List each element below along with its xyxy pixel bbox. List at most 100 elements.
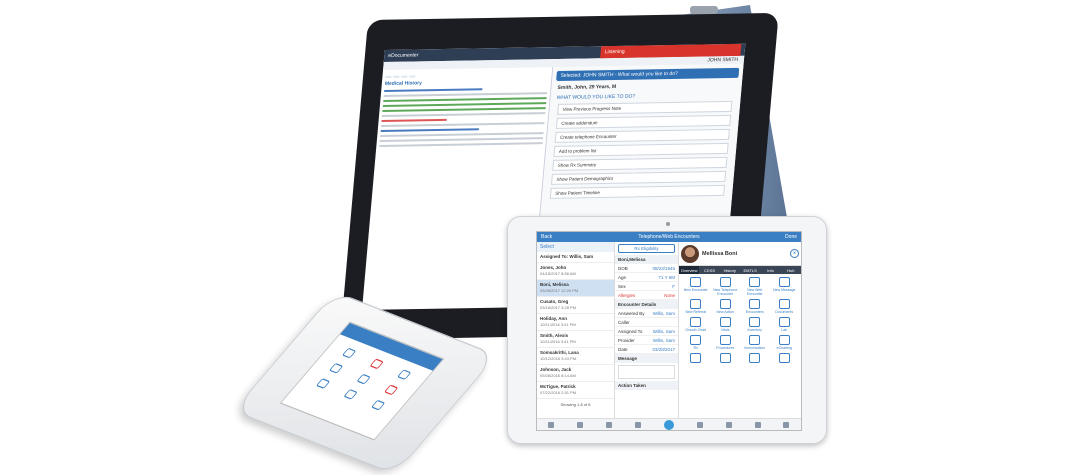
- tab-cdss[interactable]: CDSS: [699, 266, 719, 274]
- list-select[interactable]: Select: [537, 242, 614, 252]
- laptop-hinge: [690, 6, 718, 14]
- detail-row: Provider Willis, Sam: [615, 336, 678, 345]
- hub-tile[interactable]: Procedures: [711, 335, 741, 350]
- hub-tile[interactable]: Growth Chart: [681, 317, 711, 332]
- list-item-date: 03/16/2017 3:28 PM: [540, 305, 577, 310]
- app-title: eDocumenter: [388, 52, 419, 59]
- hub-tile[interactable]: Immunization: [740, 335, 770, 350]
- app-icon[interactable]: [341, 347, 357, 359]
- list-item-date: 04/18/2017 8:56 AM: [540, 271, 576, 276]
- tab-hub[interactable]: Hub: [781, 266, 801, 274]
- tile-label: Encounters: [745, 310, 764, 314]
- hub-tile[interactable]: Encounters: [740, 299, 770, 314]
- referral-icon: [690, 299, 702, 309]
- hub-tile[interactable]: Lab: [770, 317, 800, 332]
- app-icon[interactable]: [315, 378, 330, 389]
- tile-label: New Referral: [685, 310, 706, 314]
- tablet-device: Back Telephone/Web Encounters Done Selec…: [507, 216, 827, 444]
- tile-label: New Web Encounter: [746, 288, 763, 296]
- tile-label: Lab: [781, 328, 788, 332]
- back-button[interactable]: Back: [541, 234, 552, 240]
- listening-bar[interactable]: Listening: [600, 43, 742, 59]
- eligibility-button[interactable]: Rx Eligibility: [618, 244, 675, 253]
- list-item[interactable]: Johnson, Jack 09/28/2016 8:14 AM: [537, 365, 614, 382]
- done-button[interactable]: Done: [785, 234, 797, 240]
- note-tab[interactable]: [393, 75, 400, 78]
- hub-tile[interactable]: New Telephone Encounter: [711, 277, 741, 296]
- message-icon: [778, 277, 790, 287]
- globe-icon: [749, 277, 761, 287]
- tab-info[interactable]: Info: [760, 266, 780, 274]
- list-item[interactable]: Holiday, Ann 10/11/2016 3:41 PM: [537, 314, 614, 331]
- app-icon[interactable]: [384, 384, 399, 396]
- patient-hub: Mellissa Boni × Overview CDSS History EM…: [679, 242, 801, 422]
- tablet-screen: Back Telephone/Web Encounters Done Selec…: [536, 231, 802, 431]
- note-line: [379, 137, 544, 142]
- action-item[interactable]: Show Patient Demographics: [550, 170, 727, 185]
- home-icon[interactable]: [548, 421, 555, 428]
- tab-emtls[interactable]: EMTLS: [740, 266, 760, 274]
- tile-label: Immunization: [744, 346, 766, 350]
- list-item[interactable]: Somsakrithi, Lana 10/12/2016 3:43 PM: [537, 348, 614, 365]
- rx-icon[interactable]: [725, 421, 732, 428]
- note-line: [380, 132, 544, 137]
- hub-tile[interactable]: [740, 353, 770, 363]
- action-item[interactable]: Show Rx Summary: [552, 156, 728, 171]
- users-icon[interactable]: [783, 421, 790, 428]
- hub-tile[interactable]: New Message: [770, 277, 800, 296]
- action-item[interactable]: Create telephone Encounter: [554, 128, 730, 143]
- list-item[interactable]: Boni, Melissa 03/28/2017 12:20 PM: [537, 280, 614, 297]
- app-icon[interactable]: [328, 362, 344, 374]
- hub-tile[interactable]: New Referral: [681, 299, 711, 314]
- action-item[interactable]: Add to problem list: [553, 142, 729, 157]
- settings-icon[interactable]: [754, 421, 761, 428]
- hub-tile[interactable]: [681, 353, 711, 363]
- list-item[interactable]: Assigned To: Willis, Sam: [537, 252, 614, 263]
- calendar-icon[interactable]: [635, 421, 642, 428]
- action-item[interactable]: Show Patient Timeline: [549, 184, 726, 199]
- note-tab[interactable]: [385, 75, 392, 78]
- hub-tile[interactable]: eCharting: [770, 335, 800, 350]
- message-icon[interactable]: [696, 421, 703, 428]
- hub-tile[interactable]: New Action: [711, 299, 741, 314]
- hub-tile[interactable]: [770, 353, 800, 363]
- tab-history[interactable]: History: [720, 266, 740, 274]
- app-icon[interactable]: [371, 399, 386, 411]
- phone-icon[interactable]: [606, 421, 613, 428]
- list-item[interactable]: Jones, John 04/18/2017 8:56 AM: [537, 263, 614, 280]
- app-icon[interactable]: [397, 369, 412, 381]
- list-item-date: 09/28/2016 8:14 AM: [540, 373, 576, 378]
- tablet-camera: [666, 222, 670, 226]
- hub-tile[interactable]: [711, 353, 741, 363]
- list-item[interactable]: Cusato, Greg 03/16/2017 3:28 PM: [537, 297, 614, 314]
- row-value: Willis, Sam: [652, 310, 675, 316]
- note-tab[interactable]: [401, 75, 408, 78]
- tile-label: Inventory: [747, 328, 762, 332]
- procedures-icon: [719, 335, 731, 345]
- action-item[interactable]: View Previous Progress Note: [557, 100, 733, 115]
- cloud-icon[interactable]: [663, 419, 674, 430]
- hub-tile[interactable]: Inventory: [740, 317, 770, 332]
- app-icon[interactable]: [343, 388, 358, 400]
- tablet-title: Telephone/Web Encounters: [638, 234, 700, 240]
- app-icon[interactable]: [369, 358, 384, 370]
- detail-row: Caller: [615, 318, 678, 327]
- hub-tile[interactable]: New Encounter: [681, 277, 711, 296]
- action-item[interactable]: Create addendum: [555, 114, 732, 129]
- inbox-icon[interactable]: [577, 421, 584, 428]
- app-icon[interactable]: [356, 373, 371, 385]
- hub-tile[interactable]: Documents: [770, 299, 800, 314]
- section-title: WHAT WOULD YOU LIKE TO DO?: [556, 93, 636, 101]
- hub-tile[interactable]: Vitals: [711, 317, 741, 332]
- documents-icon: [778, 299, 790, 309]
- list-item[interactable]: McTigue, Patrick 07/22/2016 2:51 PM: [537, 382, 614, 399]
- message-field[interactable]: [618, 365, 675, 379]
- row-value: Willis, Sam: [652, 337, 675, 343]
- tab-overview[interactable]: Overview: [679, 266, 700, 274]
- row-key: DOB: [618, 265, 628, 271]
- note-tab[interactable]: [409, 75, 416, 78]
- list-item[interactable]: Smith, Alexis 10/11/2016 3:41 PM: [537, 331, 614, 348]
- close-icon[interactable]: ×: [790, 249, 799, 258]
- hub-tile[interactable]: New Web Encounter: [740, 277, 770, 296]
- hub-tile[interactable]: Rx: [681, 335, 711, 350]
